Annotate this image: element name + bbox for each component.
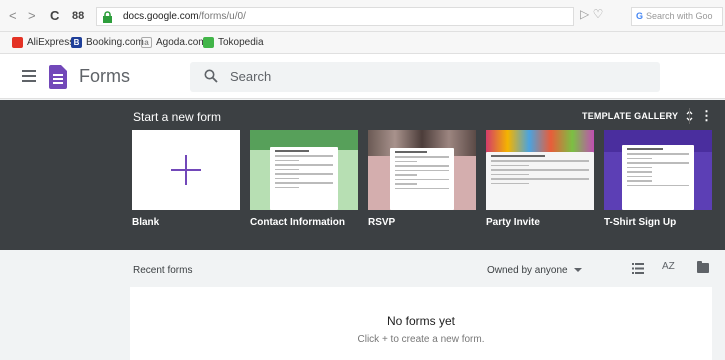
list-view-icon[interactable] [632,263,644,274]
apps-button[interactable]: 88 [72,9,84,23]
lock-icon [103,11,112,23]
empty-state-subtitle: Click + to create a new form. [357,334,485,345]
template-label-blank: Blank [132,217,160,228]
template-rsvp[interactable] [368,130,476,210]
address-bar[interactable]: docs.google.com/forms/u/0/ [96,7,574,26]
start-new-form-section: Start a new form TEMPLATE GALLERY ⋮ Blan… [0,100,725,250]
app-header: Forms [0,54,725,99]
browser-search-placeholder: Search with Goo [646,11,713,21]
bookmark-label: Agoda.com [156,37,207,48]
bookmarks-bar: AliExpress B Booking.com a Agoda.com Tok… [0,32,725,54]
template-label-rsvp: RSVP [368,217,396,228]
bookmark-label: Booking.com [86,37,144,48]
bookmark-agoda[interactable]: a Agoda.com [141,37,207,48]
aliexpress-icon [12,37,23,48]
bookmark-heart-icons[interactable]: ▷ ♡ [580,7,603,21]
template-gallery-label: TEMPLATE GALLERY [582,111,679,121]
recent-forms-title: Recent forms [133,265,193,276]
template-party-invite[interactable] [486,130,594,210]
template-tshirt-sign-up[interactable] [604,130,712,210]
owned-by-label: Owned by anyone [487,265,568,276]
search-bar[interactable] [190,62,660,92]
url-path: /forms/u/0/ [198,11,246,22]
recent-forms-section: Recent forms Owned by anyone AZ No forms… [0,250,725,360]
sort-icon[interactable]: AZ [662,261,675,272]
forward-button[interactable]: > [28,9,36,23]
template-gallery-button[interactable]: TEMPLATE GALLERY [582,110,693,122]
more-options-icon[interactable]: ⋮ [700,108,713,124]
back-button[interactable]: < [9,9,17,23]
bookmark-label: AliExpress [27,37,75,48]
divider [689,108,690,124]
template-thumbnail [270,147,338,210]
search-icon[interactable] [204,69,218,83]
template-contact-information[interactable] [250,130,358,210]
tokopedia-icon [203,37,214,48]
template-blank[interactable] [132,130,240,210]
browser-toolbar: < > C 88 docs.google.com/forms/u/0/ ▷ ♡ … [0,0,725,32]
template-label-tshirt-sign-up: T-Shirt Sign Up [604,217,677,228]
url-text: docs.google.com/forms/u/0/ [123,11,246,22]
browser-search-box[interactable]: G Search with Goo [631,7,723,26]
plus-icon [171,155,201,185]
bookmark-label: Tokopedia [218,37,264,48]
bookmark-tokopedia[interactable]: Tokopedia [203,37,264,48]
folder-icon[interactable] [697,261,709,273]
reload-button[interactable]: C [50,9,59,23]
bookmark-booking[interactable]: B Booking.com [71,37,144,48]
agoda-icon: a [141,37,152,48]
empty-state-title: No forms yet [386,314,455,328]
template-thumbnail [486,152,594,210]
bookmark-aliexpress[interactable]: AliExpress [12,37,74,48]
main-menu-icon[interactable] [22,70,36,82]
template-label-contact-information: Contact Information [250,217,345,228]
forms-logo-icon[interactable] [49,65,67,89]
booking-icon: B [71,37,82,48]
recent-forms-list: No forms yet Click + to create a new for… [130,287,712,360]
google-icon: G [636,11,644,21]
section-title: Start a new form [133,110,222,124]
search-input[interactable] [230,69,630,84]
dropdown-caret-icon [573,268,582,273]
template-thumbnail [390,148,454,210]
template-thumbnail [622,145,694,210]
owned-by-filter[interactable]: Owned by anyone [487,265,582,276]
template-label-party-invite: Party Invite [486,217,540,228]
url-domain: docs.google.com [123,11,199,22]
app-title[interactable]: Forms [79,66,130,87]
